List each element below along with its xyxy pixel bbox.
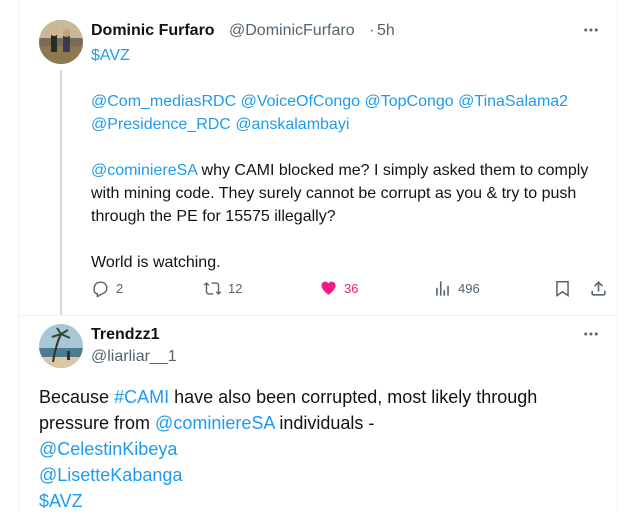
mention-link[interactable]: @VoiceOfCongo (241, 93, 360, 110)
user-handle[interactable]: @liarliar__1 (91, 348, 177, 366)
timestamp[interactable]: 5h (377, 22, 395, 40)
tweet-text: Because (39, 387, 115, 407)
mention-link[interactable]: @LisetteKabanga (39, 465, 182, 485)
mention-link[interactable]: @TopCongo (365, 93, 454, 110)
like-count: 36 (344, 280, 359, 296)
tweet-text: individuals - (274, 413, 375, 433)
hashtag-link[interactable]: #CAMI (114, 387, 169, 407)
share-button[interactable] (589, 276, 608, 300)
more-icon[interactable] (579, 322, 603, 346)
cashtag-link[interactable]: $AVZ (91, 47, 130, 64)
bookmark-button[interactable] (553, 276, 572, 300)
share-icon (591, 280, 606, 296)
mention-link[interactable]: @TinaSalama2 (458, 93, 568, 110)
tweet-body: $AVZ @Com_mediasRDC @VoiceOfCongo @TopCo… (91, 44, 611, 274)
timeline-frame: Dominic Furfaro @DominicFurfaro · 5h $AV… (18, 0, 618, 512)
like-button[interactable]: 36 (319, 276, 358, 300)
tweet[interactable]: Dominic Furfaro @DominicFurfaro · 5h $AV… (19, 0, 617, 315)
user-handle[interactable]: @DominicFurfaro (229, 22, 355, 40)
heart-icon (321, 281, 336, 295)
bookmark-icon (556, 280, 569, 297)
tweet-text: World is watching. (91, 254, 221, 271)
views-icon (436, 280, 449, 296)
mention-link[interactable]: @Com_mediasRDC (91, 93, 236, 110)
mention-link[interactable]: @CelestinKibeya (39, 439, 177, 459)
repost-count: 12 (228, 280, 243, 296)
mention-link[interactable]: @cominiereSA (91, 162, 197, 179)
tweet-body: Because #CAMI have also been corrupted, … (39, 384, 599, 514)
display-name[interactable]: Dominic Furfaro (91, 22, 215, 40)
display-name[interactable]: Trendzz1 (91, 326, 159, 344)
avatar[interactable] (39, 324, 83, 368)
mention-link[interactable]: @anskalambayi (235, 116, 349, 133)
thread-line (60, 70, 62, 315)
repost-button[interactable]: 12 (203, 276, 242, 300)
avatar[interactable] (39, 20, 83, 64)
separator-dot: · (369, 22, 375, 39)
repost-icon (203, 281, 222, 295)
reply-count: 2 (116, 280, 124, 296)
reply-icon (93, 280, 108, 298)
mention-link[interactable]: @cominiereSA (155, 413, 274, 433)
cashtag-link[interactable]: $AVZ (39, 491, 83, 511)
views-count: 496 (458, 280, 480, 296)
mention-link[interactable]: @Presidence_RDC (91, 116, 231, 133)
reply-button[interactable]: 2 (91, 276, 123, 300)
views-button[interactable]: 496 (433, 276, 480, 300)
tweet-actions: 2 12 36 496 (91, 276, 606, 300)
more-icon[interactable] (579, 18, 603, 42)
